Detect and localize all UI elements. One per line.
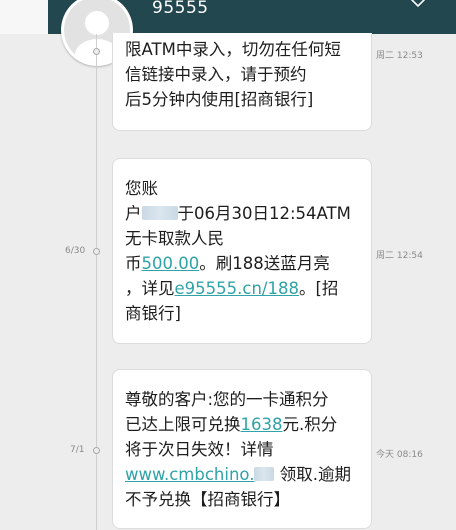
message-time: 今天 08:16	[376, 450, 423, 460]
message-bubble[interactable]: 限ATM中录入，切勿在任何短 信链接中录入，请于预约 后5分钟内使用[招商银行]	[112, 33, 372, 131]
sms-conversation-screen: 95555 限ATM中录入，切勿在任何短 信链接中录入，请于预约 后5分钟内使用…	[0, 0, 456, 530]
chevron-down-icon[interactable]	[410, 0, 426, 8]
message-time: 周二 12:54	[376, 251, 423, 261]
amount-link[interactable]: 500.00	[142, 254, 200, 273]
message-text: 限ATM中录入，切勿在任何短 信链接中录入，请于预约 后5分钟内使用[招商银行]	[125, 40, 341, 109]
timeline-dot	[93, 48, 100, 55]
message-date: 6/30	[65, 246, 86, 256]
status-strip	[0, 0, 48, 34]
message-time: 周二 12:53	[376, 51, 423, 61]
timeline-dot	[93, 447, 100, 454]
message-bubble[interactable]: 您账 户于06月30日12:54ATM 无卡取款人民 币500.00。刷188送…	[112, 158, 372, 344]
masked-account-number	[141, 206, 178, 220]
points-link[interactable]: 1638	[241, 415, 283, 434]
message-bubble[interactable]: 尊敬的客户:您的一卡通积分 已达上限可兑换1638元.积分 将于次日失效！详情 …	[112, 369, 372, 529]
url-link[interactable]: e95555.cn/188	[175, 279, 299, 298]
message-text: 尊敬的客户:您的一卡通积分 已达上限可兑换1638元.积分 将于次日失效！详情 …	[125, 390, 351, 509]
message-date: 7/1	[70, 445, 85, 455]
message-text: 您账 户于06月30日12:54ATM 无卡取款人民 币500.00。刷188送…	[125, 179, 351, 323]
timeline-line	[96, 34, 97, 530]
masked-url-part	[254, 467, 275, 481]
timeline-dot	[93, 248, 100, 255]
url-link[interactable]: www.cmbchino.	[125, 465, 254, 484]
sender-number: 95555	[152, 0, 209, 18]
